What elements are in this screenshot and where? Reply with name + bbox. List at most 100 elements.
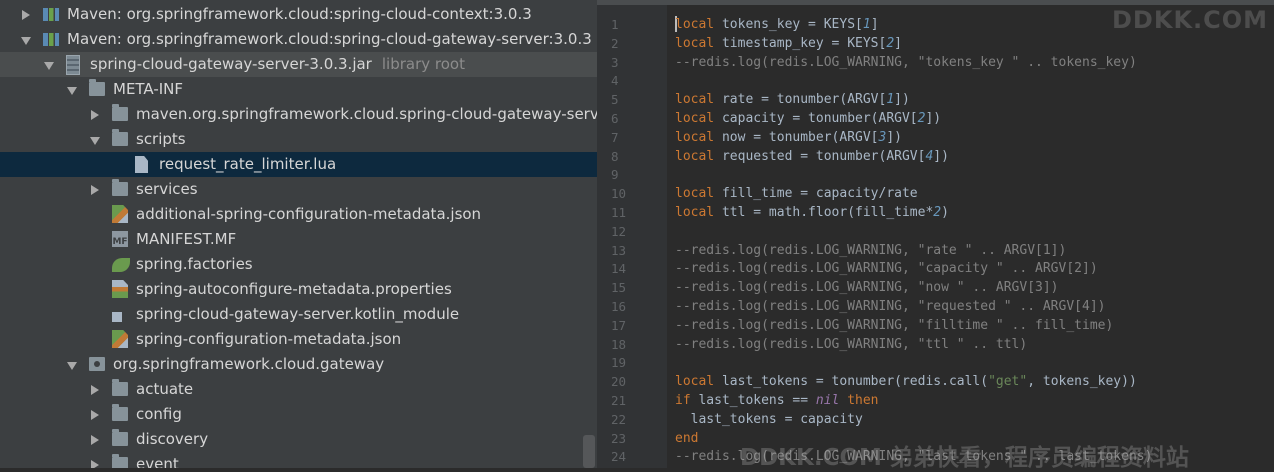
code-token: if xyxy=(675,393,691,408)
expanded-arrow-icon[interactable] xyxy=(44,62,54,70)
code-token: --redis.log(redis.LOG_WARNING, "filltime… xyxy=(675,317,1114,333)
project-tree[interactable]: Maven: org.springframework.cloud:spring-… xyxy=(0,0,597,468)
tree-row-text: MANIFEST.MF xyxy=(136,230,237,248)
code-line[interactable]: --redis.log(redis.LOG_WARNING, "now " ..… xyxy=(675,278,1059,297)
code-line[interactable]: --redis.log(redis.LOG_WARNING, "rate " .… xyxy=(675,241,1066,260)
code-line[interactable]: local ttl = math.floor(fill_time*2) xyxy=(675,203,949,222)
tree-row[interactable]: actuate xyxy=(0,377,597,402)
code-token: nil xyxy=(815,393,840,408)
code-line[interactable]: local last_tokens = tonumber(redis.call(… xyxy=(675,372,1137,391)
tree-row[interactable]: additional-spring-configuration-metadata… xyxy=(0,202,597,227)
code-token: --redis.log(redis.LOG_WARNING, "capacity… xyxy=(675,261,1098,277)
tree-row[interactable]: scripts xyxy=(0,127,597,152)
code-editor[interactable]: local tokens_key = KEYS[1] local timestam… xyxy=(667,5,1274,468)
tree-row[interactable]: spring.factories xyxy=(0,252,597,277)
code-token: 2 xyxy=(933,205,942,220)
line-number: 4 xyxy=(611,73,619,89)
code-token: "get" xyxy=(988,374,1028,390)
tree-row[interactable]: org.springframework.cloud.gateway xyxy=(0,352,597,377)
code-token: ]) xyxy=(933,148,949,164)
expanded-arrow-icon[interactable] xyxy=(67,87,77,95)
tree-row[interactable]: event xyxy=(0,452,597,468)
line-number: 5 xyxy=(611,92,619,108)
code-line[interactable]: last_tokens = capacity xyxy=(675,410,863,429)
tree-row[interactable]: maven.org.springframework.cloud.spring-c… xyxy=(0,102,597,127)
code-token: ] xyxy=(894,35,902,51)
code-line[interactable]: local capacity = tonumber(ARGV[2]) xyxy=(675,109,941,128)
line-number: 21 xyxy=(611,393,627,408)
tree-row[interactable]: META-INF xyxy=(0,77,597,102)
collapsed-arrow-icon[interactable] xyxy=(91,385,99,395)
code-token: local xyxy=(675,92,715,108)
properties-file-icon xyxy=(112,280,128,298)
tree-row-text: event xyxy=(136,455,179,468)
code-line[interactable]: --redis.log(redis.LOG_WARNING, "tokens_k… xyxy=(675,53,1137,72)
code-line[interactable]: local timestamp_key = KEYS[2] xyxy=(675,34,902,53)
folder-icon xyxy=(112,404,128,421)
code-line[interactable]: --redis.log(redis.LOG_WARNING, "filltime… xyxy=(675,316,1113,335)
tree-row-label: discovery xyxy=(136,427,208,452)
tree-row[interactable]: services xyxy=(0,177,597,202)
tree-row-label: config xyxy=(136,402,182,427)
code-line[interactable]: if last_tokens == nil then xyxy=(675,391,879,410)
line-number: 7 xyxy=(611,129,619,145)
expanded-arrow-icon[interactable] xyxy=(90,137,100,145)
tree-row[interactable]: Maven: org.springframework.cloud:spring-… xyxy=(0,27,597,52)
tree-row-text: Maven: org.springframework.cloud:spring-… xyxy=(67,5,532,23)
line-number: 9 xyxy=(611,167,619,183)
tree-row-text: discovery xyxy=(136,430,209,448)
code-line[interactable]: end xyxy=(675,429,698,448)
code-token: 1 xyxy=(862,17,871,32)
code-token: --redis.log(redis.LOG_WARNING, "requeste… xyxy=(675,299,1106,314)
tree-row[interactable]: Maven: org.springframework.cloud:spring-… xyxy=(0,2,597,27)
tree-row-text: spring-configuration-metadata.json xyxy=(136,330,402,348)
tree-row[interactable]: spring-configuration-metadata.json xyxy=(0,327,597,352)
code-line[interactable]: local now = tonumber(ARGV[3]) xyxy=(675,128,902,147)
tree-row-label: spring-cloud-gateway-server-3.0.3.jar lib… xyxy=(90,52,465,77)
tree-row-text: org.springframework.cloud.gateway xyxy=(113,355,385,373)
line-number: 6 xyxy=(611,111,619,126)
expanded-arrow-icon[interactable] xyxy=(21,37,31,45)
tree-row-label: Maven: org.springframework.cloud:spring-… xyxy=(67,27,592,52)
collapsed-arrow-icon[interactable] xyxy=(91,110,99,120)
code-line[interactable]: --redis.log(redis.LOG_WARNING, "capacity… xyxy=(675,259,1098,278)
tree-row[interactable]: spring-cloud-gateway-server-3.0.3.jar lib… xyxy=(0,52,597,77)
collapsed-arrow-icon[interactable] xyxy=(91,435,99,445)
folder-icon xyxy=(112,429,128,446)
line-number: 13 xyxy=(611,242,627,258)
code-line[interactable]: --redis.log(redis.LOG_WARNING, "requeste… xyxy=(675,297,1105,316)
code-token: ttl = math.floor(fill_time* xyxy=(714,205,934,220)
collapsed-arrow-icon[interactable] xyxy=(91,185,99,195)
collapsed-arrow-icon[interactable] xyxy=(91,410,99,420)
expanded-arrow-icon[interactable] xyxy=(67,362,77,370)
code-token: local xyxy=(675,35,715,51)
code-token: local xyxy=(675,374,715,390)
package-icon xyxy=(89,357,105,371)
tree-row-label: scripts xyxy=(136,127,186,152)
tree-row[interactable]: spring-autoconfigure-metadata.properties xyxy=(0,277,597,302)
code-token: --redis.log(redis.LOG_WARNING, "rate " .… xyxy=(675,242,1067,258)
tree-row[interactable]: MF MANIFEST.MF xyxy=(0,227,597,252)
code-line[interactable]: local fill_time = capacity/rate xyxy=(675,184,918,203)
tree-row-label: actuate xyxy=(136,377,193,402)
tree-row[interactable]: discovery xyxy=(0,427,597,452)
code-line[interactable]: local requested = tonumber(ARGV[4]) xyxy=(675,147,949,166)
line-number: 11 xyxy=(611,205,627,220)
tree-row[interactable]: request_rate_limiter.lua xyxy=(0,152,597,177)
code-token: then xyxy=(847,393,879,408)
tree-row-label: spring-autoconfigure-metadata.properties xyxy=(136,277,452,302)
tree-row[interactable]: config xyxy=(0,402,597,427)
code-line[interactable]: local tokens_key = KEYS[1] xyxy=(675,15,879,34)
json-file-icon xyxy=(112,205,128,223)
lua-file-icon xyxy=(135,156,148,173)
code-token: local xyxy=(675,17,715,32)
collapsed-arrow-icon[interactable] xyxy=(91,460,99,468)
code-line[interactable]: --redis.log(redis.LOG_WARNING, "ttl " ..… xyxy=(675,335,1027,354)
watermark-top: DDKK.COM xyxy=(1112,6,1269,34)
tree-row-text: spring-cloud-gateway-server-3.0.3.jar xyxy=(90,55,372,73)
tree-row[interactable]: spring-cloud-gateway-server.kotlin_modul… xyxy=(0,302,597,327)
tree-scrollbar[interactable] xyxy=(583,435,595,468)
code-line[interactable]: local rate = tonumber(ARGV[1]) xyxy=(675,90,910,109)
collapsed-arrow-icon[interactable] xyxy=(22,10,30,20)
code-token: local xyxy=(675,148,715,164)
